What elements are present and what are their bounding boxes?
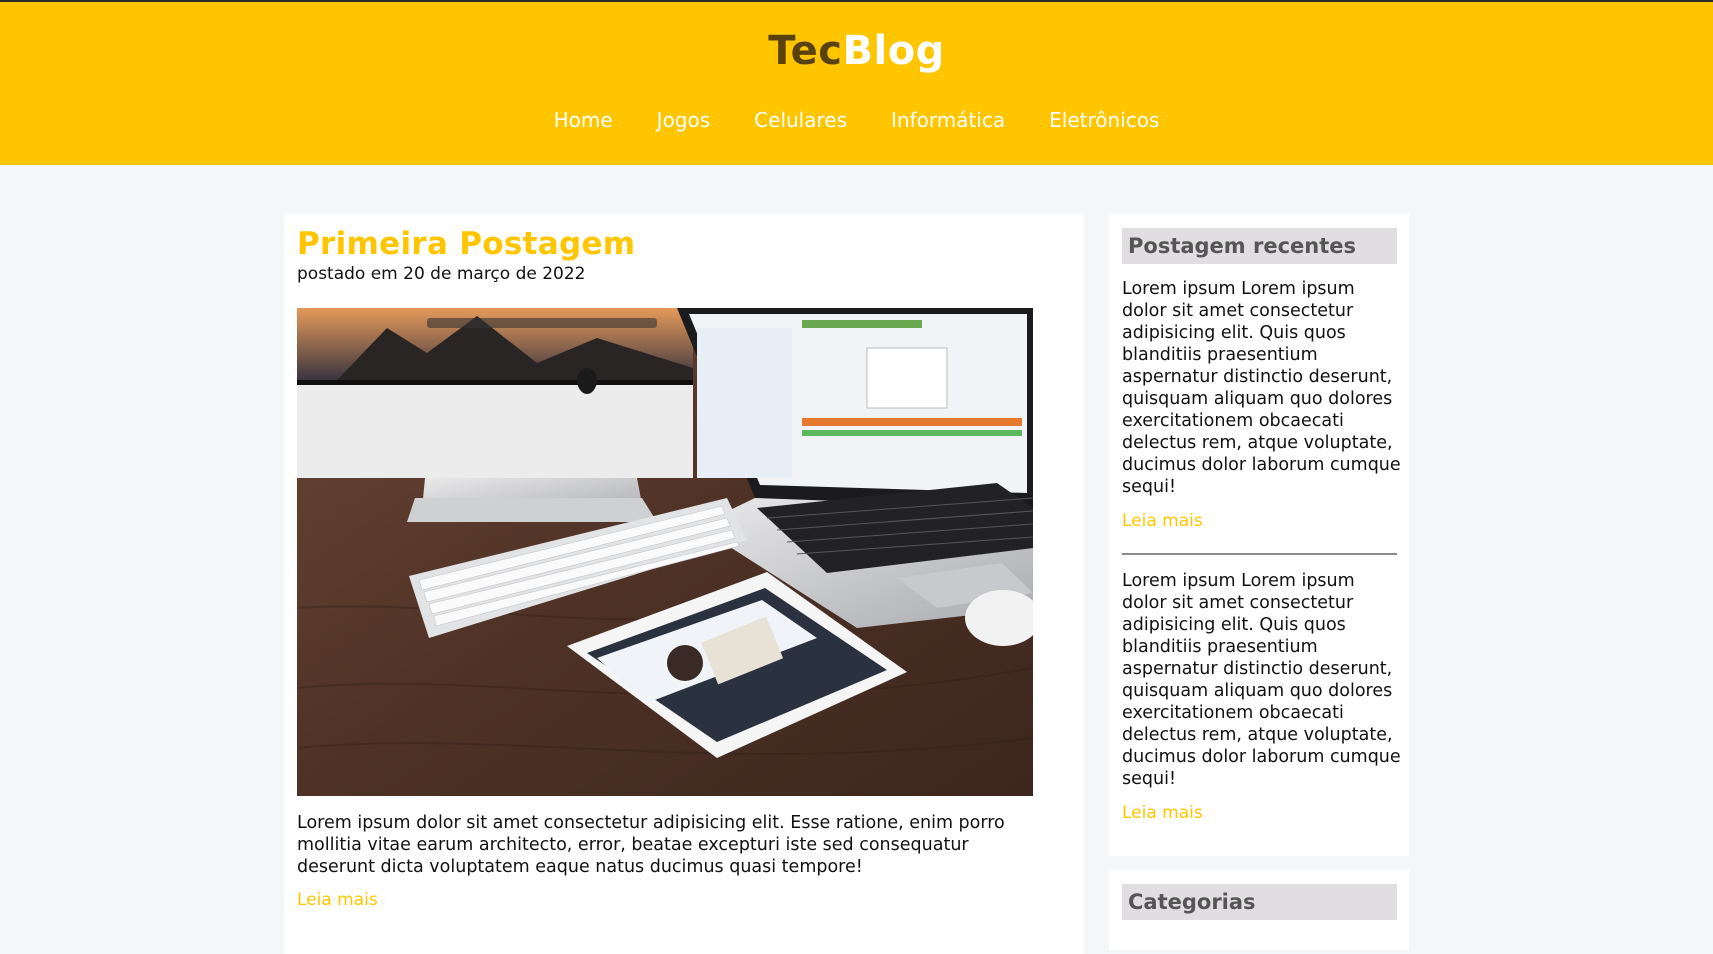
post-date: postado em 20 de março de 2022: [297, 264, 586, 284]
nav-eletronicos[interactable]: Eletrônicos: [1049, 108, 1159, 132]
post-read-more-link[interactable]: Leia mais: [297, 890, 378, 910]
site-header: TecBlog Home Jogos Celulares Informática…: [0, 2, 1713, 165]
recent-posts-heading: Postagem recentes: [1122, 228, 1397, 264]
logo-blog: Blog: [842, 28, 945, 74]
recent-post-read-more-link[interactable]: Leia mais: [1122, 511, 1203, 531]
nav-jogos[interactable]: Jogos: [657, 108, 711, 132]
post-title[interactable]: Primeira Postagem: [297, 226, 635, 262]
post-card: Primeira Postagem postado em 20 de março…: [284, 214, 1084, 954]
recent-posts-widget: Postagem recentes Lorem ipsum Lorem ipsu…: [1109, 214, 1409, 856]
recent-post-text: Lorem ipsum Lorem ipsum dolor sit amet c…: [1122, 571, 1401, 789]
nav-celulares[interactable]: Celulares: [754, 108, 847, 132]
post-image: [297, 308, 1033, 796]
main-nav: Home Jogos Celulares Informática Eletrôn…: [0, 108, 1713, 132]
nav-informatica[interactable]: Informática: [891, 108, 1005, 132]
logo-tec: Tec: [768, 28, 843, 74]
post-excerpt: Lorem ipsum dolor sit amet consectetur a…: [297, 813, 1005, 877]
recent-post-read-more-link[interactable]: Leia mais: [1122, 803, 1203, 823]
divider: [1122, 553, 1397, 555]
categories-widget: Categorias: [1109, 870, 1409, 950]
categories-heading: Categorias: [1122, 884, 1397, 920]
site-logo[interactable]: TecBlog: [0, 28, 1713, 74]
recent-post-text: Lorem ipsum Lorem ipsum dolor sit amet c…: [1122, 279, 1401, 497]
nav-home[interactable]: Home: [554, 108, 613, 132]
